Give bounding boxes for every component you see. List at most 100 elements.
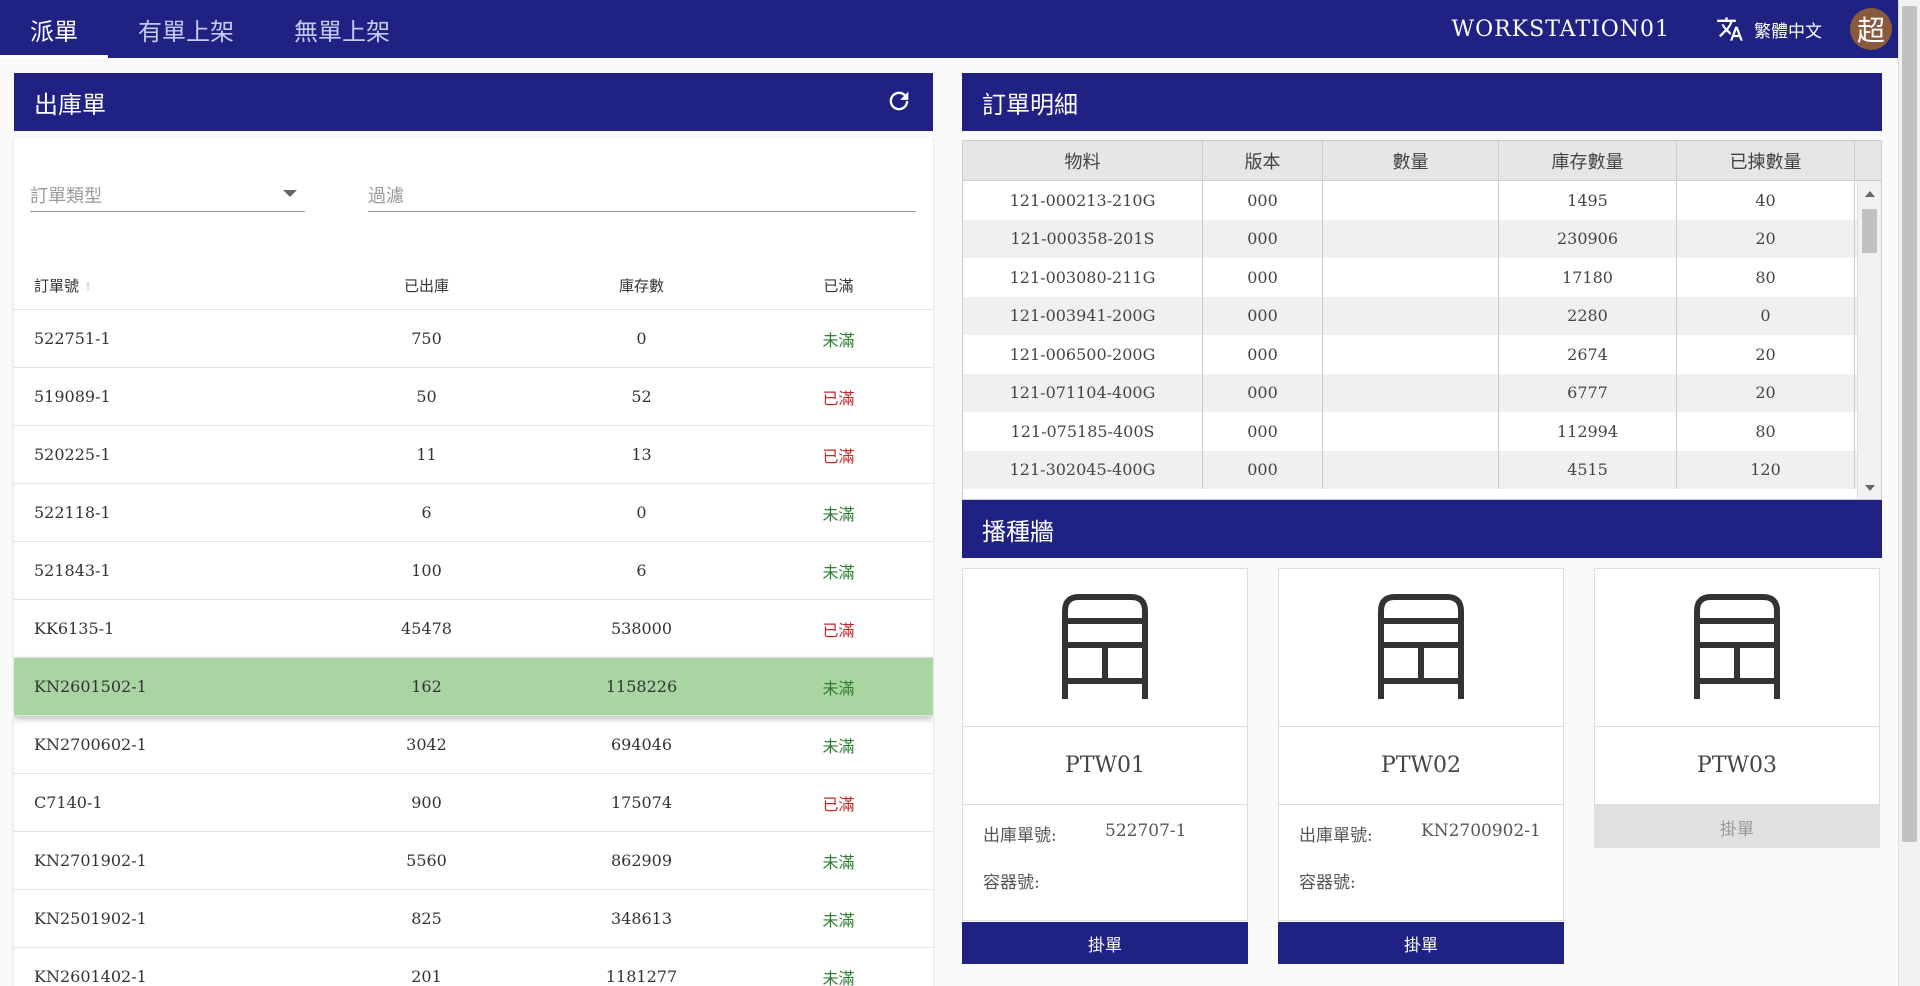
picked-qty-cell: 80	[1677, 258, 1855, 297]
shipped-count: 11	[416, 445, 437, 464]
qty-cell[interactable]	[1323, 335, 1499, 374]
tab-dispatch[interactable]: 派單	[0, 0, 108, 58]
topbar-right-group: WORKSTATION01 繁體中文 超	[1451, 0, 1920, 58]
table-row[interactable]: 522118-1 6 0 未滿	[14, 484, 933, 542]
qty-cell[interactable]	[1323, 450, 1499, 489]
sort-arrow-up-icon: ↑	[83, 280, 94, 294]
hang-order-button[interactable]: 掛單	[1278, 922, 1564, 964]
col-header-order[interactable]: 訂單號 ↑	[14, 275, 314, 296]
detail-table-header: 物料 版本 數量 庫存數量 已揀數量	[963, 141, 1881, 181]
shipped-count: 100	[411, 561, 442, 580]
order-number: KN2501902-1	[34, 909, 147, 928]
refresh-icon[interactable]	[885, 87, 913, 121]
table-row[interactable]: KN2601502-1 162 1158226 未滿	[14, 658, 933, 716]
shelf-icon	[1059, 591, 1151, 705]
order-type-select[interactable]: 訂單類型	[30, 178, 305, 212]
status-badge: 已滿	[822, 620, 855, 640]
qty-cell[interactable]	[1323, 258, 1499, 297]
table-row[interactable]: 121-000358-201S 000 230906 20	[963, 219, 1857, 258]
table-row[interactable]: KN2501902-1 825 348613 未滿	[14, 890, 933, 948]
filter-input[interactable]: 過濾	[368, 178, 916, 212]
col-header-stock-qty[interactable]: 庫存數量	[1499, 141, 1677, 180]
tab-putaway-without-order[interactable]: 無單上架	[264, 0, 420, 58]
table-row[interactable]: 521843-1 100 6 未滿	[14, 542, 933, 600]
table-row[interactable]: 121-302045-400G 000 4515 120	[963, 450, 1857, 489]
header-corner	[1857, 141, 1881, 181]
table-row[interactable]: KK6135-1 45478 538000 已滿	[14, 600, 933, 658]
version-cell: 000	[1203, 181, 1323, 220]
outbound-card: 訂單類型 過濾 訂單號 ↑ 已出庫 庫存數 已滿 522751-1 750 0 未滿 51…	[14, 138, 933, 986]
picked-qty-cell: 40	[1677, 181, 1855, 220]
table-row[interactable]: 121-000213-210G 000 1495 40	[963, 181, 1857, 220]
language-switcher[interactable]: 繁體中文	[1716, 15, 1822, 43]
caret-down-icon	[283, 190, 297, 197]
status-badge: 已滿	[822, 388, 855, 408]
qty-cell[interactable]	[1323, 219, 1499, 258]
qty-cell[interactable]	[1323, 412, 1499, 451]
outbound-panel-header: 出庫單	[14, 73, 933, 131]
page-scroll-thumb[interactable]	[1902, 6, 1917, 842]
table-row[interactable]: KN2601402-1 201 1181277 未滿	[14, 948, 933, 986]
table-row[interactable]: 522751-1 750 0 未滿	[14, 310, 933, 368]
picked-qty-cell: 20	[1677, 335, 1855, 374]
shelf-icon	[1375, 591, 1467, 705]
col-header-qty[interactable]: 數量	[1323, 141, 1499, 180]
outbound-title: 出庫單	[34, 90, 106, 119]
status-badge: 未滿	[822, 504, 855, 524]
detail-scrollbar[interactable]	[1857, 181, 1881, 499]
version-cell: 000	[1203, 296, 1323, 335]
scroll-down-icon[interactable]	[1865, 485, 1875, 491]
table-row[interactable]: 121-003080-211G 000 17180 80	[963, 258, 1857, 297]
stock-count: 0	[636, 503, 647, 522]
table-row[interactable]: 121-075185-400S 000 112994 80	[963, 412, 1857, 451]
picked-qty-cell: 120	[1677, 450, 1855, 489]
order-number: C7140-1	[34, 793, 103, 812]
table-row[interactable]: 121-071104-400G 000 6777 20	[963, 373, 1857, 412]
hang-order-button[interactable]: 掛單	[962, 922, 1248, 964]
qty-cell[interactable]	[1323, 296, 1499, 335]
filter-placeholder: 過濾	[368, 186, 404, 207]
wall-slot-card[interactable]: PTW01 出庫單號: 522707-1 容器號:	[962, 568, 1248, 921]
wall-title: 播種牆	[982, 517, 1054, 546]
col-header-picked-qty[interactable]: 已揀數量	[1677, 141, 1855, 180]
container-label: 容器號:	[1299, 873, 1356, 893]
hang-order-button[interactable]: 掛單	[1594, 806, 1880, 848]
material-cell: 121-006500-200G	[963, 335, 1203, 374]
col-header-full[interactable]: 已滿	[744, 275, 933, 296]
table-row[interactable]: 121-006500-200G 000 2674 20	[963, 335, 1857, 374]
language-label: 繁體中文	[1754, 21, 1822, 42]
wall-slot-name: PTW01	[963, 727, 1247, 805]
table-row[interactable]: 519089-1 50 52 已滿	[14, 368, 933, 426]
col-header-stock[interactable]: 庫存數	[539, 275, 744, 296]
detail-table: 物料 版本 數量 庫存數量 已揀數量 121-000213-210G 000 149…	[962, 140, 1882, 500]
wall-slot-card[interactable]: PTW02 出庫單號: KN2700902-1 容器號:	[1278, 568, 1564, 921]
version-cell: 000	[1203, 373, 1323, 412]
tab-putaway-with-order[interactable]: 有單上架	[108, 0, 264, 58]
status-badge: 未滿	[822, 910, 855, 930]
wall-slot-card[interactable]: PTW03	[1594, 568, 1880, 806]
table-row[interactable]: 121-003941-200G 000 2280 0	[963, 296, 1857, 335]
table-row[interactable]: 520225-1 11 13 已滿	[14, 426, 933, 484]
col-header-shipped[interactable]: 已出庫	[314, 275, 539, 296]
qty-cell[interactable]	[1323, 181, 1499, 220]
stock-count: 348613	[610, 909, 673, 928]
order-number: KN2601502-1	[34, 677, 147, 696]
picked-qty-cell: 80	[1677, 412, 1855, 451]
table-row[interactable]: KN2700602-1 3042 694046 未滿	[14, 716, 933, 774]
page-scrollbar[interactable]	[1898, 0, 1920, 986]
status-badge: 已滿	[822, 446, 855, 466]
stock-qty-cell: 112994	[1499, 412, 1677, 451]
qty-cell[interactable]	[1323, 373, 1499, 412]
avatar[interactable]: 超	[1850, 8, 1892, 50]
scroll-thumb[interactable]	[1862, 209, 1877, 253]
col-header-version[interactable]: 版本	[1203, 141, 1323, 180]
order-number: KN2601402-1	[34, 967, 147, 986]
col-header-material[interactable]: 物料	[963, 141, 1203, 180]
table-row[interactable]: KN2701902-1 5560 862909 未滿	[14, 832, 933, 890]
table-row[interactable]: C7140-1 900 175074 已滿	[14, 774, 933, 832]
stock-qty-cell: 17180	[1499, 258, 1677, 297]
wall-slot-info: 出庫單號: 522707-1 容器號:	[963, 805, 1247, 920]
order-number: 522751-1	[34, 329, 111, 348]
scroll-up-icon[interactable]	[1865, 191, 1875, 197]
stock-count: 0	[636, 329, 647, 348]
